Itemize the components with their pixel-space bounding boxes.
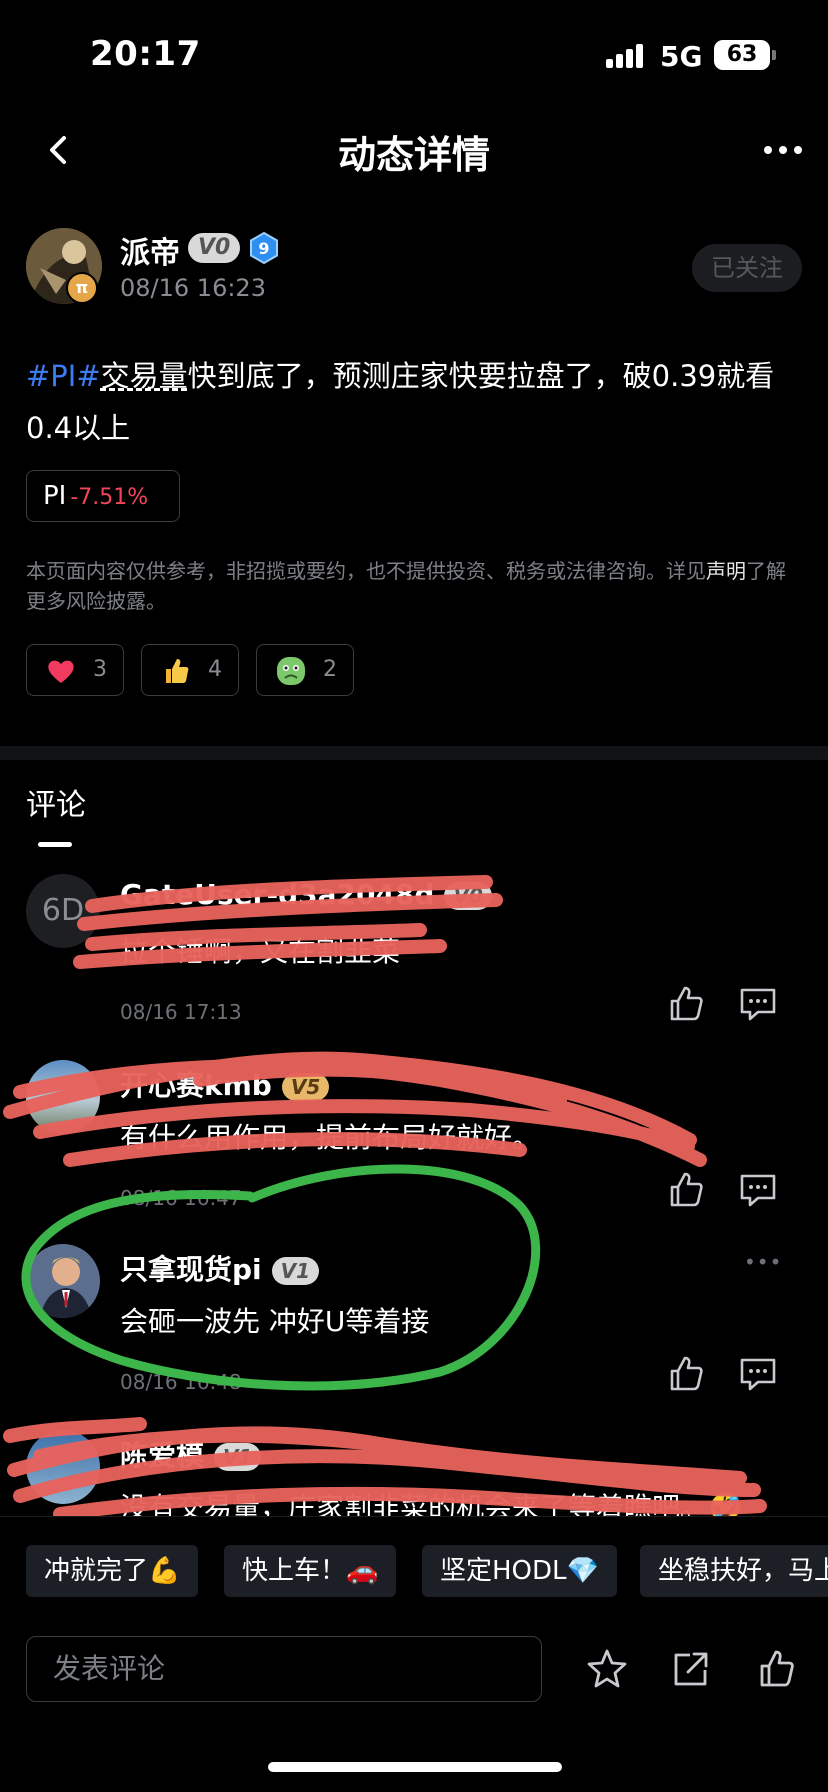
vip-badge: V0 bbox=[188, 233, 241, 263]
thumbs-up-icon bbox=[760, 1650, 794, 1687]
comment-author[interactable]: GateUser-d3a2048d V0 bbox=[120, 878, 492, 911]
quick-reply-bar: 冲就完了💪 快上车！🚗 坚定HODL💎 坐稳扶好，马上起飞 bbox=[0, 1516, 828, 1612]
comment-author-name: 只拿现货pi bbox=[120, 1253, 262, 1286]
reaction-sick-button[interactable]: 2 bbox=[256, 644, 354, 696]
comment-author[interactable]: 只拿现货pi V1 bbox=[120, 1248, 320, 1288]
hashtag-link[interactable]: #PI# bbox=[26, 359, 101, 393]
pi-badge-icon: π bbox=[66, 272, 98, 304]
thumbs-up-outline-icon bbox=[670, 1356, 703, 1391]
comment-avatar[interactable]: 6D bbox=[26, 874, 100, 948]
share-button[interactable] bbox=[668, 1646, 714, 1692]
comment-reply-button[interactable] bbox=[736, 982, 780, 1026]
author-name[interactable]: 派帝 bbox=[120, 228, 180, 272]
battery-cap bbox=[772, 50, 776, 60]
comment-time: 08/16 16:48 bbox=[120, 1370, 242, 1394]
comment-time: 08/16 16:47 bbox=[120, 1186, 242, 1210]
comment-text: 有什么用作用，提前布局好就好。 bbox=[120, 1121, 541, 1154]
avatar-image bbox=[26, 1244, 100, 1318]
more-dots-icon bbox=[764, 146, 802, 154]
tab-comments[interactable]: 评论 bbox=[26, 780, 86, 824]
comment-author[interactable]: 陈爱模 V1 bbox=[120, 1434, 262, 1474]
more-button[interactable] bbox=[756, 120, 810, 180]
reaction-heart-button[interactable]: 3 bbox=[26, 644, 124, 696]
comment-vip-badge: V1 bbox=[214, 1443, 262, 1471]
comment-input[interactable]: 发表评论 bbox=[26, 1636, 542, 1702]
status-bar: 20:17 5G 63 bbox=[0, 0, 828, 100]
page-title: 动态详情 bbox=[337, 133, 490, 177]
quick-reply-chip[interactable]: 坐稳扶好，马上起飞 bbox=[640, 1545, 828, 1597]
favorite-button[interactable] bbox=[584, 1646, 630, 1692]
quick-reply-chip[interactable]: 快上车！🚗 bbox=[224, 1545, 397, 1597]
chat-bubble-icon bbox=[740, 1174, 776, 1207]
level-badge-number: 9 bbox=[258, 239, 269, 258]
comment-like-button[interactable] bbox=[664, 982, 708, 1026]
comment-vip-badge: V0 bbox=[444, 882, 492, 910]
thumbs-up-outline-icon bbox=[670, 986, 703, 1021]
quick-reply-chip[interactable]: 坚定HODL💎 bbox=[422, 1545, 617, 1597]
comment-avatar[interactable] bbox=[26, 1244, 100, 1318]
disclaimer-link[interactable]: 声明 bbox=[706, 559, 746, 583]
comment-author-name: 陈爱模 bbox=[120, 1439, 205, 1472]
reaction-count: 4 bbox=[208, 657, 222, 682]
level-badge-icon: 9 bbox=[248, 231, 280, 265]
comment-avatar[interactable] bbox=[26, 1430, 100, 1504]
reaction-thumbs-up-button[interactable]: 4 bbox=[141, 644, 239, 696]
comment-author-name: GateUser-d3a2048d bbox=[120, 878, 435, 911]
share-icon bbox=[674, 1652, 708, 1686]
reaction-count: 3 bbox=[93, 657, 107, 682]
post-content: #PI#交易量快到底了，预测庄家快要拉盘了，破0.39就看0.4以上 bbox=[26, 350, 802, 454]
comment-vip-badge: V1 bbox=[271, 1257, 320, 1285]
comment-like-button[interactable] bbox=[664, 1168, 708, 1212]
network-type: 5G bbox=[660, 40, 703, 73]
status-time: 20:17 bbox=[90, 34, 201, 74]
section-divider bbox=[0, 746, 828, 760]
thumbs-up-outline-icon bbox=[670, 1172, 703, 1207]
comment-text: 会砸一波先 冲好U等着接 bbox=[120, 1305, 430, 1338]
battery-icon: 63 bbox=[714, 40, 770, 70]
star-icon bbox=[587, 1649, 627, 1688]
heart-icon bbox=[45, 655, 77, 687]
coin-tag[interactable]: PI -7.51% bbox=[26, 470, 180, 522]
coin-change: -7.51% bbox=[70, 485, 149, 510]
sick-face-icon bbox=[275, 655, 307, 687]
comment-time: 08/16 17:13 bbox=[120, 1000, 242, 1024]
reaction-count: 2 bbox=[323, 657, 337, 682]
follow-button[interactable]: 已关注 bbox=[692, 244, 802, 292]
comment-more-button[interactable]: ••• bbox=[744, 1250, 782, 1274]
post-time: 08/16 16:23 bbox=[120, 274, 266, 302]
comment-author-name: 开心赛kmb bbox=[120, 1069, 272, 1102]
navigation-bar: 动态详情 bbox=[0, 100, 828, 200]
quick-reply-chip[interactable]: 冲就完了💪 bbox=[26, 1545, 199, 1597]
like-post-button[interactable] bbox=[754, 1646, 800, 1692]
disclaimer-text: 本页面内容仅供参考，非招揽或要约，也不提供投资、税务或法律咨询。详见 bbox=[26, 559, 706, 583]
chat-bubble-icon bbox=[740, 1358, 776, 1391]
home-indicator bbox=[268, 1762, 562, 1772]
comment-avatar[interactable] bbox=[26, 1060, 100, 1134]
chat-bubble-icon bbox=[740, 988, 776, 1021]
tab-indicator bbox=[38, 842, 72, 847]
coin-symbol: PI bbox=[43, 481, 67, 511]
comment-text: 拉个锤啊，又在割韭菜 bbox=[120, 935, 401, 968]
disclaimer: 本页面内容仅供参考，非招揽或要约，也不提供投资、税务或法律咨询。详见声明了解更多… bbox=[26, 556, 802, 616]
comment-reply-button[interactable] bbox=[736, 1168, 780, 1212]
comment-vip-badge: V5 bbox=[281, 1073, 330, 1101]
comment-like-button[interactable] bbox=[664, 1352, 708, 1396]
comment-reply-button[interactable] bbox=[736, 1352, 780, 1396]
signal-strength-icon bbox=[606, 44, 646, 68]
thumbs-up-icon bbox=[160, 655, 192, 687]
term-link[interactable]: 交易量 bbox=[101, 359, 188, 393]
comment-author[interactable]: 开心赛kmb V5 bbox=[120, 1064, 330, 1104]
